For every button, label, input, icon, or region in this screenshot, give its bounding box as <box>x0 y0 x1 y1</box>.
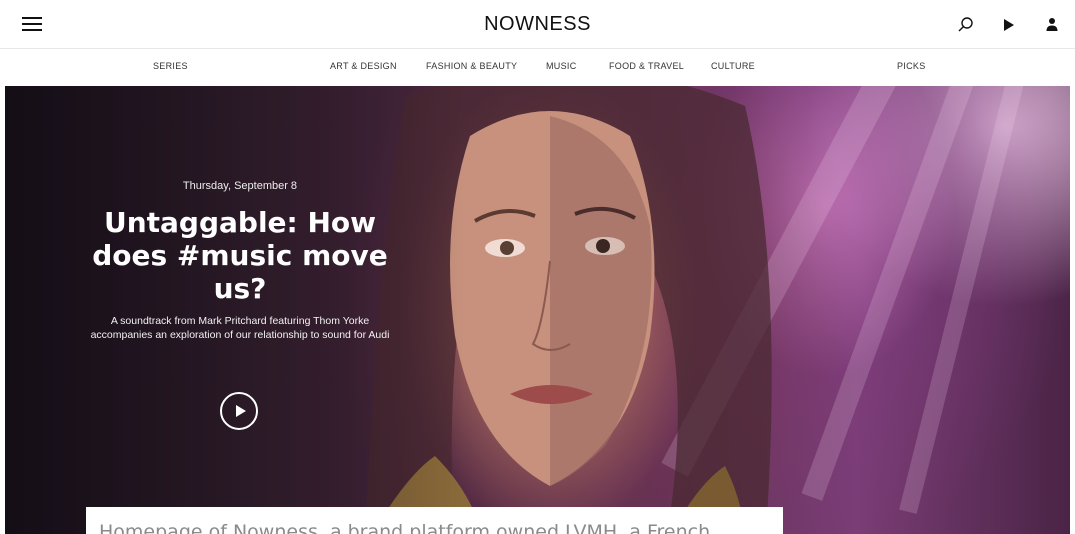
nav-item-culture[interactable]: CULTURE <box>711 61 755 71</box>
top-header: NOWNESS <box>0 0 1075 48</box>
nav-item-music[interactable]: MUSIC <box>546 61 577 71</box>
nav-item-fashion-beauty[interactable]: FASHION & BEAUTY <box>426 61 517 71</box>
nav-item-picks[interactable]: PICKS <box>897 61 926 71</box>
hero-subtitle: A soundtrack from Mark Pritchard featuri… <box>90 315 390 341</box>
hero-content: Thursday, September 8 Untaggable: How do… <box>85 180 395 342</box>
caption-text: Homepage of Nowness, a brand platform ow… <box>99 521 711 534</box>
hero-banner[interactable]: Thursday, September 8 Untaggable: How do… <box>5 86 1070 534</box>
user-icon[interactable] <box>1041 14 1063 36</box>
caption-box: Homepage of Nowness, a brand platform ow… <box>86 507 783 534</box>
hero-title[interactable]: Untaggable: How does #music move us? <box>85 206 395 305</box>
search-icon[interactable] <box>955 14 977 36</box>
nav-item-food-travel[interactable]: FOOD & TRAVEL <box>609 61 684 71</box>
hero-date: Thursday, September 8 <box>182 180 298 192</box>
play-circle-icon[interactable] <box>220 392 258 430</box>
nav-item-series[interactable]: SERIES <box>153 61 188 71</box>
category-nav: SERIES ART & DESIGN FASHION & BEAUTY MUS… <box>0 48 1075 86</box>
nav-item-art-design[interactable]: ART & DESIGN <box>330 61 397 71</box>
header-actions <box>895 14 1075 36</box>
play-icon[interactable] <box>998 14 1020 36</box>
